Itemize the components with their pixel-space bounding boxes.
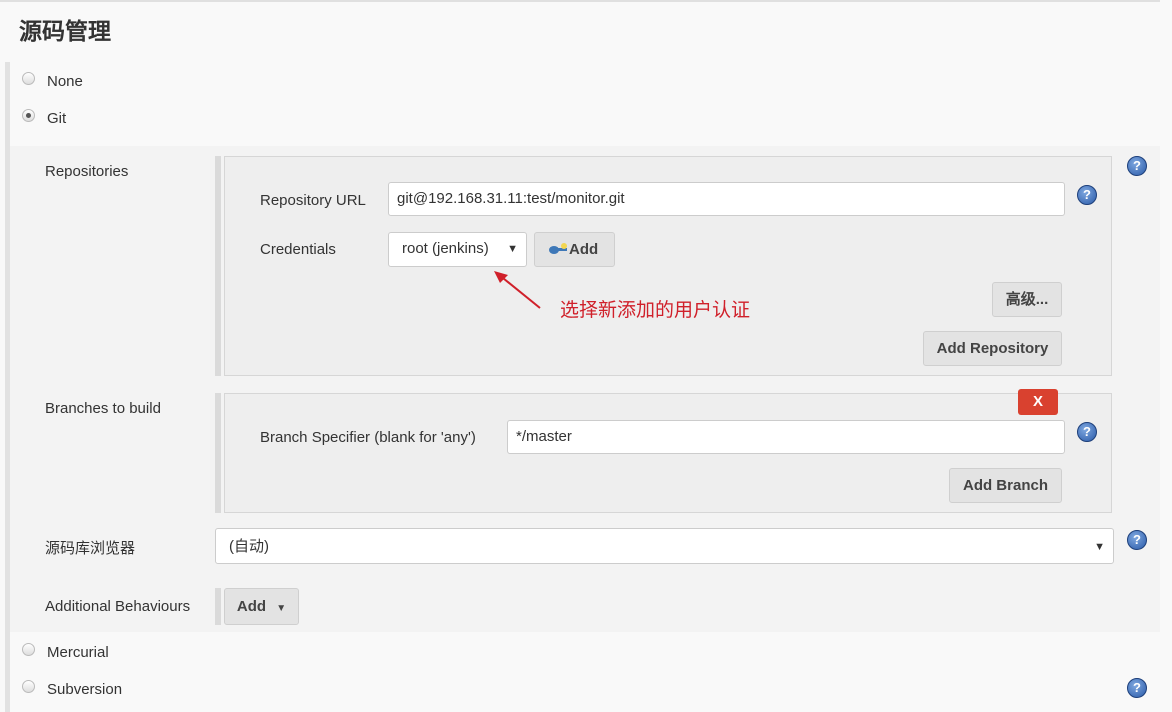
branches-bar — [215, 393, 221, 513]
browser-label: 源码库浏览器 — [45, 540, 136, 557]
radio-git[interactable] — [22, 109, 35, 122]
repositories-label: Repositories — [45, 163, 129, 180]
branch-specifier-label: Branch Specifier (blank for 'any') — [260, 429, 476, 446]
radio-mercurial[interactable] — [22, 643, 35, 656]
annotation-arrow — [494, 271, 541, 309]
browser-select[interactable]: (自动) ▼ — [215, 528, 1114, 564]
help-icon[interactable]: ? — [1127, 530, 1147, 550]
add-behaviour-label: Add — [236, 598, 267, 615]
dropdown-arrow-icon: ▼ — [1094, 541, 1105, 553]
annotation-text: 选择新添加的用户认证 — [560, 299, 751, 321]
branch-specifier-input[interactable]: */master — [507, 420, 1065, 454]
repository-url-label: Repository URL — [260, 192, 366, 209]
credentials-label: Credentials — [260, 241, 336, 258]
add-behaviour-button[interactable]: Add ▼ — [224, 588, 299, 625]
dropdown-arrow-icon: ▼ — [276, 603, 287, 614]
key-icon — [549, 243, 567, 254]
behaviours-bar — [215, 588, 221, 625]
add-branch-button[interactable]: Add Branch — [949, 468, 1062, 503]
radio-git-label: Git — [47, 110, 67, 127]
section-title: 源码管理 — [19, 18, 111, 44]
behaviours-label: Additional Behaviours — [45, 598, 191, 615]
help-icon[interactable]: ? — [1077, 422, 1097, 442]
top-divider — [0, 0, 1160, 2]
credentials-value: root (jenkins) — [402, 240, 489, 257]
radio-none-label: None — [47, 73, 83, 90]
add-credentials-button[interactable]: Add — [534, 232, 615, 267]
radio-subversion-label: Subversion — [47, 681, 123, 698]
delete-branch-button[interactable]: X — [1018, 389, 1058, 415]
advanced-button[interactable]: 高级... — [992, 282, 1062, 317]
radio-mercurial-label: Mercurial — [47, 644, 109, 661]
help-icon[interactable]: ? — [1127, 678, 1147, 698]
radio-none[interactable] — [22, 72, 35, 85]
repository-url-input[interactable]: git@192.168.31.11:test/monitor.git — [388, 182, 1065, 216]
radio-subversion[interactable] — [22, 680, 35, 693]
repositories-bar — [215, 156, 221, 376]
add-credentials-label: Add — [569, 241, 599, 258]
help-icon[interactable]: ? — [1127, 156, 1147, 176]
help-icon[interactable]: ? — [1077, 185, 1097, 205]
credentials-select[interactable]: root (jenkins) ▼ — [388, 232, 527, 267]
browser-value: (自动) — [229, 538, 269, 555]
branches-label: Branches to build — [45, 400, 161, 417]
dropdown-arrow-icon: ▼ — [507, 243, 518, 255]
add-repository-button[interactable]: Add Repository — [923, 331, 1062, 366]
